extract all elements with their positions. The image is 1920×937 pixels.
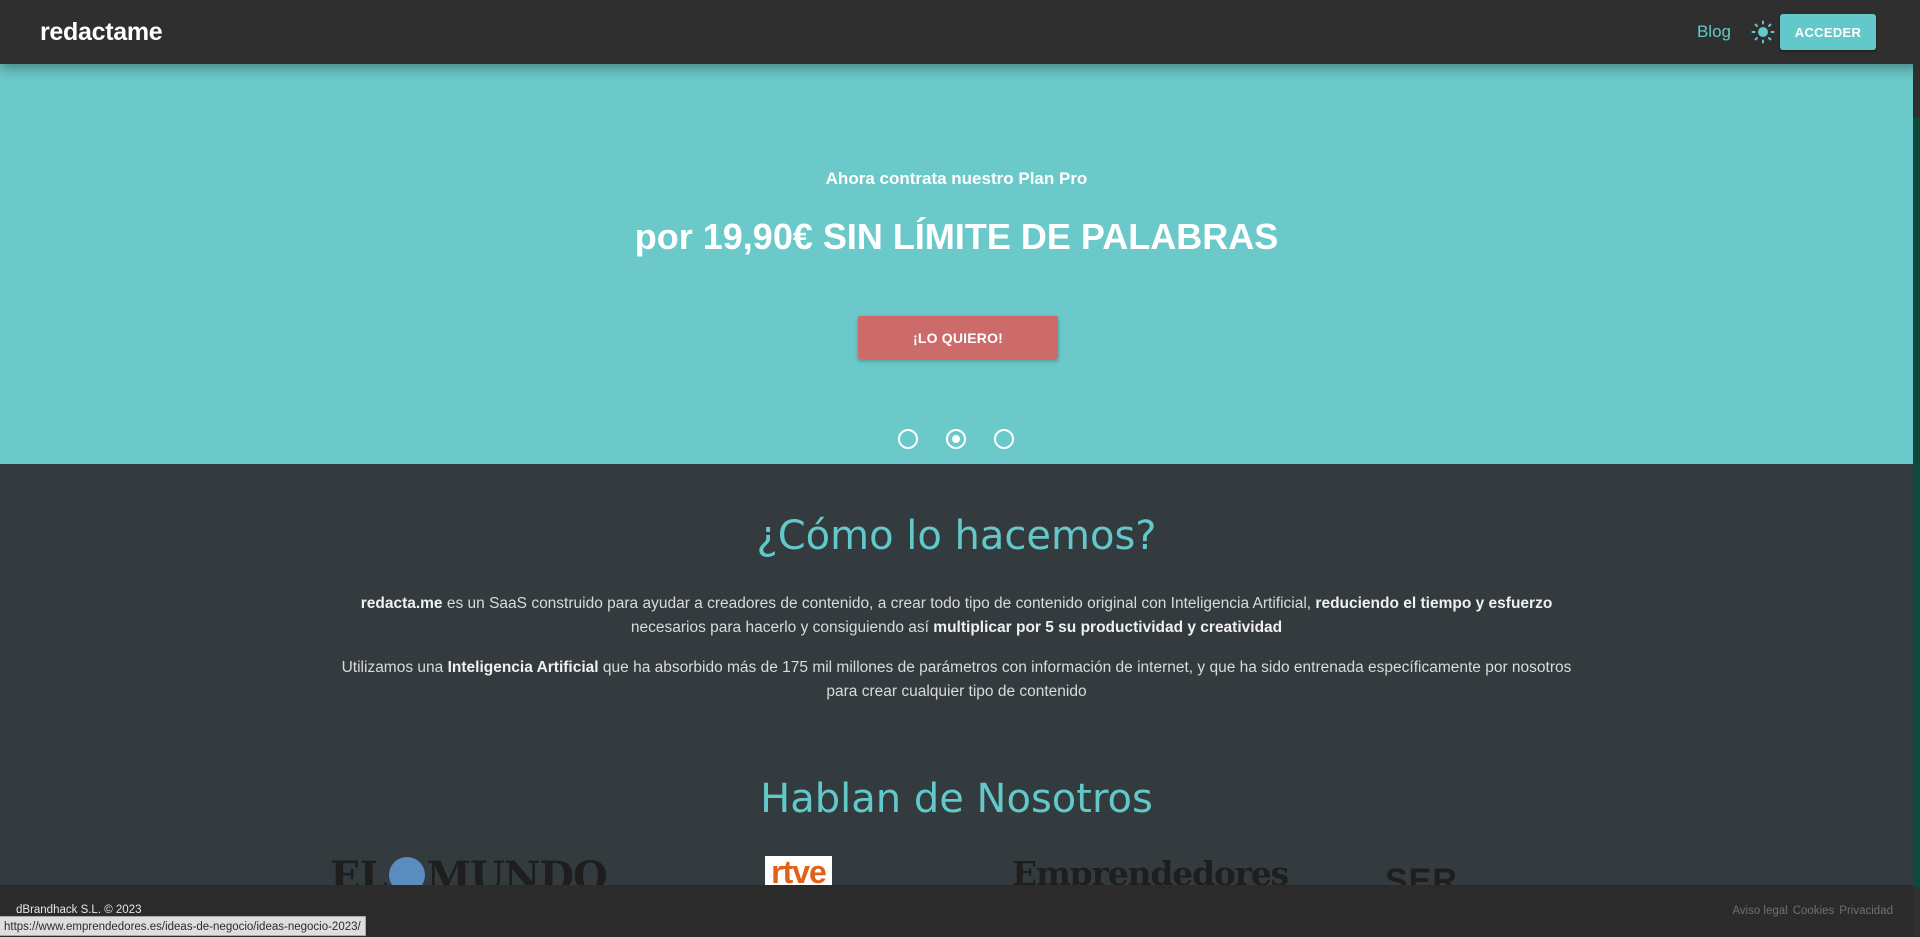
page-scrollbar[interactable] bbox=[1913, 0, 1920, 937]
how-p2-bold-1: Inteligencia Artificial bbox=[447, 659, 599, 676]
acceder-button[interactable]: ACCEDER bbox=[1780, 14, 1876, 50]
press-section-title: Hablan de Nosotros bbox=[760, 776, 1153, 822]
redactame-logo[interactable]: redactame bbox=[40, 18, 163, 46]
carousel-dot-3[interactable] bbox=[994, 429, 1014, 449]
lo-quiero-button[interactable]: ¡LO QUIERO! bbox=[858, 316, 1058, 359]
carousel-indicators bbox=[898, 429, 1014, 449]
cookies-link[interactable]: Cookies bbox=[1793, 904, 1835, 918]
how-section-title: ¿Cómo lo hacemos? bbox=[756, 513, 1157, 559]
how-p1-bold-2: multiplicar por 5 su productividad y cre… bbox=[933, 619, 1283, 636]
carousel-dot-1[interactable] bbox=[898, 429, 918, 449]
elmundo-logo-text-2: MUNDO bbox=[426, 853, 608, 887]
rtve-logo[interactable]: rtve bbox=[765, 856, 832, 886]
hero-subtitle: Ahora contrata nuestro Plan Pro bbox=[825, 169, 1088, 188]
globe-icon bbox=[388, 857, 425, 886]
elmundo-logo[interactable]: EL MUNDO bbox=[330, 853, 608, 887]
how-p1-text-2: necesarios para hacerlo y consiguiendo a… bbox=[630, 619, 934, 636]
blog-link[interactable]: Blog bbox=[1697, 20, 1731, 44]
theme-toggle-button[interactable] bbox=[1750, 19, 1776, 45]
elmundo-logo-text-1: EL bbox=[330, 853, 388, 887]
footer-links: Aviso legal Cookies Privacidad bbox=[1732, 904, 1893, 918]
scrollbar-thumb[interactable] bbox=[1913, 117, 1920, 887]
cadena-ser-logo[interactable]: SER bbox=[1385, 864, 1458, 886]
how-paragraph-2: Utilizamos una Inteligencia Artificial q… bbox=[330, 656, 1583, 704]
how-paragraph-1: redacta.me es un SaaS construido para ay… bbox=[330, 592, 1583, 640]
privacidad-link[interactable]: Privacidad bbox=[1839, 904, 1893, 918]
how-p2-text-1: Utilizamos una bbox=[341, 659, 448, 676]
sun-icon bbox=[1751, 20, 1775, 44]
how-p2-text-2: que ha absorbido más de 175 mil millones… bbox=[598, 659, 1572, 700]
brand-text: redacta.me bbox=[360, 595, 443, 612]
emprendedores-logo[interactable]: Emprendedores bbox=[1012, 854, 1289, 886]
hero-title: por 19,90€ SIN LÍMITE DE PALABRAS bbox=[634, 216, 1279, 257]
carousel-dot-2[interactable] bbox=[946, 429, 966, 449]
aviso-legal-link[interactable]: Aviso legal bbox=[1732, 904, 1787, 918]
footer-copyright: dBrandhack S.L. © 2023 bbox=[16, 904, 142, 916]
how-p1-bold-1: reduciendo el tiempo y esfuerzo bbox=[1315, 595, 1553, 612]
status-bar-url: https://www.emprendedores.es/ideas-de-ne… bbox=[0, 916, 366, 936]
top-navbar: redactame Blog ACCEDER bbox=[0, 0, 1920, 64]
how-p1-text-1: es un SaaS construido para ayudar a crea… bbox=[442, 595, 1316, 612]
hero-carousel: Ahora contrata nuestro Plan Pro por 19,9… bbox=[0, 0, 1913, 464]
press-logos: EL MUNDO rtve Emprendedores SER bbox=[0, 852, 1913, 886]
